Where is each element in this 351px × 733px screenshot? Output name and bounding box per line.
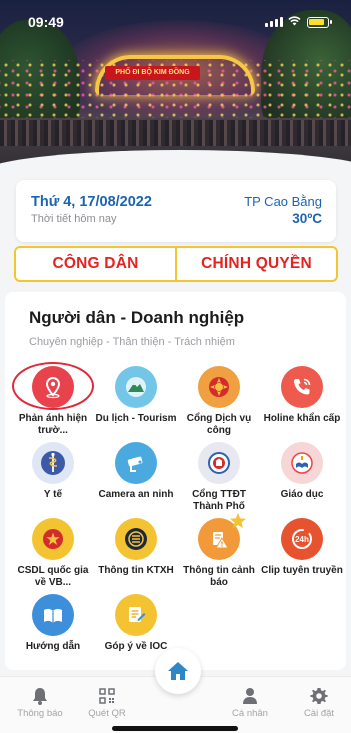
nav-label: Cá nhân (232, 708, 268, 719)
public-service-icon (198, 366, 240, 408)
service-label: Du lịch - Tourism (95, 413, 177, 424)
service-label: Clip tuyên truyền (261, 565, 343, 576)
settings-icon (284, 687, 351, 705)
service-label: Thông tin cảnh báo (183, 565, 255, 588)
national-emblem-icon (32, 518, 74, 560)
section-title: Người dân - Doanh nghiệp (29, 308, 245, 327)
service-label: Thông tin KTXH (98, 565, 174, 576)
service-ktxh[interactable]: Thông tin KTXH (94, 518, 178, 577)
street-sign: PHỐ ĐI BỘ KIM ĐỒNG (105, 66, 200, 80)
nav-cai-dat[interactable]: Cài đặt (284, 687, 351, 719)
service-label: Y tế (43, 489, 63, 500)
home-icon (168, 662, 188, 680)
weather-card: Thứ 4, 17/08/2022 Thời tiết hôm nay TP C… (16, 180, 336, 242)
home-indicator (112, 726, 238, 731)
mountain-icon (115, 366, 157, 408)
nav-label: Quét QR (88, 708, 126, 719)
feedback-icon (115, 594, 157, 636)
camera-icon (115, 442, 157, 484)
service-label: CSDL quốc gia về VB... (17, 565, 89, 588)
info-icon (115, 518, 157, 560)
service-csdl[interactable]: CSDL quốc gia về VB... (11, 518, 95, 588)
star-badge-icon (230, 513, 246, 528)
weather-date: Thứ 4, 17/08/2022 (31, 194, 152, 210)
service-label: Giáo dục (280, 489, 324, 500)
weather-city: TP Cao Bằng (244, 194, 322, 209)
weather-temperature: 30ºC (292, 211, 322, 226)
service-label: Cổng TTĐT Thành Phố (192, 489, 246, 512)
education-icon (281, 442, 323, 484)
nav-quet-qr[interactable]: Quét QR (72, 687, 142, 719)
home-button[interactable] (155, 648, 201, 694)
service-label: Camera an ninh (98, 489, 174, 500)
service-cong-ttdt[interactable]: Cổng TTĐT Thành Phố (177, 442, 261, 512)
service-label: Cổng Dịch vụ công (186, 413, 252, 436)
service-cong-dich-vu[interactable]: Cổng Dịch vụ công (177, 366, 261, 436)
nav-ca-nhan[interactable]: Cá nhân (215, 687, 285, 719)
nav-thong-bao[interactable]: Thông báo (5, 687, 75, 719)
service-hotline[interactable]: Holine khẩn cấp (260, 366, 344, 425)
phone-icon (281, 366, 323, 408)
service-label: Phản ánh hiện trườ... (18, 413, 88, 436)
section-slogan: Chuyên nghiệp - Thân thiện - Trách nhiệm (29, 336, 235, 348)
weather-subtitle: Thời tiết hôm nay (31, 213, 117, 225)
services-panel: Người dân - Doanh nghiệp Chuyên nghiệp -… (5, 292, 346, 670)
battery-icon (307, 17, 332, 28)
service-label: Hướng dẫn (25, 641, 81, 652)
service-y-te[interactable]: Y tế (11, 442, 95, 501)
nav-label: Thông báo (17, 708, 63, 719)
user-icon (215, 687, 285, 705)
location-pin-icon (32, 366, 74, 408)
svg-text:24h: 24h (295, 535, 309, 544)
service-camera[interactable]: Camera an ninh (94, 442, 178, 501)
bell-icon (5, 687, 75, 705)
service-giao-duc[interactable]: Giáo dục (260, 442, 344, 501)
tab-chinh-quyen[interactable]: CHÍNH QUYỀN (175, 248, 336, 280)
service-phan-anh[interactable]: Phản ánh hiện trườ... (11, 362, 95, 436)
service-du-lich[interactable]: Du lịch - Tourism (94, 366, 178, 425)
service-huong-dan[interactable]: Hướng dẫn (11, 594, 95, 653)
status-bar: 09:49 (0, 0, 351, 40)
app-screen: PHỐ ĐI BỘ KIM ĐỒNG 09:49 Thứ 4, 17/08/20… (0, 0, 351, 733)
clip-24h-icon: 24h (281, 518, 323, 560)
nav-label: Cài đặt (303, 708, 335, 719)
guide-book-icon (32, 594, 74, 636)
medical-icon (32, 442, 74, 484)
city-portal-icon (198, 442, 240, 484)
service-clip[interactable]: 24h Clip tuyên truyền (260, 518, 344, 577)
service-canh-bao[interactable]: Thông tin cảnh báo (177, 513, 261, 588)
service-label: Holine khẩn cấp (263, 413, 341, 424)
tab-cong-dan[interactable]: CÔNG DÂN (16, 248, 175, 280)
qr-code-icon (72, 687, 142, 705)
status-time: 09:49 (28, 14, 64, 30)
user-type-tabs: CÔNG DÂN CHÍNH QUYỀN (14, 246, 338, 282)
wifi-icon (288, 16, 301, 26)
signal-icon (265, 17, 283, 27)
service-gop-y[interactable]: Góp ý về IOC (94, 594, 178, 653)
